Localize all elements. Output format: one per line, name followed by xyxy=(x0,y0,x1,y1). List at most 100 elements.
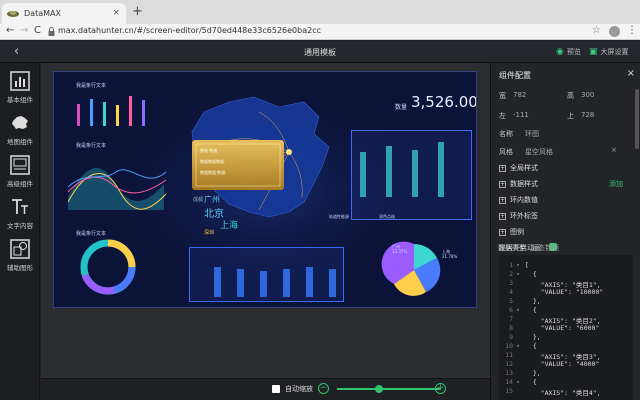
sidebar-item-shapes[interactable]: 辅助图形 xyxy=(0,239,40,272)
code-line-text: }, xyxy=(525,369,541,377)
back-arrow-icon[interactable]: ← xyxy=(6,25,14,36)
address-bar: ← → C max.datahunter.cn/#/screen-editor/… xyxy=(0,24,640,40)
sidebar-item-text[interactable]: 文字内容 xyxy=(0,197,40,230)
zoom-in-button[interactable]: + xyxy=(435,383,446,394)
browser-tab[interactable]: DataMAX × xyxy=(2,3,126,24)
text-icon xyxy=(12,199,28,214)
left-field[interactable]: -111 xyxy=(513,111,529,119)
forward-arrow-icon[interactable]: → xyxy=(20,25,28,36)
number-label: 数量 xyxy=(395,104,408,111)
screen-settings-label: 大屏设置 xyxy=(600,48,629,56)
city-label: 广州 xyxy=(204,195,220,204)
editor-workspace: 我是条行文本 我是条行文本 我是条行文本 数量 3,526.00 数据·数据 数… xyxy=(41,63,490,400)
browser-menu-icon[interactable]: ⋮ xyxy=(627,25,637,36)
bookmark-star-icon[interactable]: ☆ xyxy=(592,25,601,36)
sidebar-item-map[interactable]: 地图组件 xyxy=(0,113,40,146)
sidebar-label: 辅助图形 xyxy=(7,264,33,272)
popup-line: 数据数据·数据· xyxy=(200,170,227,175)
close-icon[interactable]: × xyxy=(627,68,635,79)
section-global-style[interactable]: + 全局样式 xyxy=(499,163,538,173)
sidebar-label: 地图组件 xyxy=(7,138,33,146)
pie-label: 21.78% xyxy=(442,254,458,259)
layout-icon xyxy=(10,155,30,175)
zoom-slider-handle[interactable] xyxy=(374,385,383,393)
code-line-text: { xyxy=(525,306,537,314)
card-title: 我是条行文本 xyxy=(76,143,107,149)
code-line-text: "AXIS": "类目4", xyxy=(525,389,601,397)
dashboard-canvas[interactable]: 我是条行文本 我是条行文本 我是条行文本 数量 3,526.00 数据·数据 数… xyxy=(53,71,477,308)
code-line-number: 1 xyxy=(509,261,513,269)
selected-component-frame[interactable] xyxy=(189,247,344,302)
fold-arrow-icon[interactable]: ▾ xyxy=(516,378,520,386)
section-outer-label[interactable]: + 环外标签 xyxy=(499,211,538,221)
datamax-logo-icon xyxy=(7,11,19,17)
fold-arrow-icon[interactable]: ▾ xyxy=(516,270,520,278)
top-label: 上 xyxy=(567,112,574,120)
fold-arrow-icon[interactable]: ▾ xyxy=(516,261,520,269)
code-line-text: [ xyxy=(525,261,529,269)
code-line-number: 4 xyxy=(509,288,513,296)
card-title: 我是条行文本 xyxy=(76,83,107,89)
style-label: 风格 xyxy=(499,148,513,156)
preview-label: 预览 xyxy=(566,48,581,56)
auto-zoom-checkbox[interactable] xyxy=(272,385,280,393)
code-line-number: 6 xyxy=(509,306,513,314)
code-line-number: 9 xyxy=(509,333,513,341)
code-line-text: "VALUE": "4000" xyxy=(525,360,600,368)
sidebar-label: 文字内容 xyxy=(7,222,33,230)
screen-settings-button[interactable]: ▣ 大屏设置 xyxy=(589,47,629,57)
pie-label: 13.37% xyxy=(392,249,408,254)
section-data-style[interactable]: + 数据样式 xyxy=(499,179,538,189)
sidebar-item-basic[interactable]: 基本组件 xyxy=(0,71,40,104)
clear-icon[interactable]: × xyxy=(611,146,617,154)
profile-avatar[interactable] xyxy=(609,26,620,37)
datatype-select[interactable]: 静态数据 xyxy=(531,243,559,253)
map-legend: 轨道性能源 xyxy=(329,214,349,219)
height-field[interactable]: 300 xyxy=(581,91,594,99)
code-line-text: }, xyxy=(525,297,541,305)
height-label: 高 xyxy=(567,92,574,100)
browser-tab-bar: DataMAX × + xyxy=(0,0,640,24)
preview-button[interactable]: ◉ 预览 xyxy=(556,47,581,57)
selected-component-frame[interactable] xyxy=(351,130,472,220)
section-inner-value[interactable]: + 环内数值 xyxy=(499,195,538,205)
code-line-text: { xyxy=(525,270,537,278)
code-line-text: { xyxy=(525,342,537,350)
sidebar-item-advanced[interactable]: 高级组件 xyxy=(0,155,40,188)
left-label: 左 xyxy=(499,112,506,120)
component-sidebar: 基本组件 地图组件 高级组件 文字内容 辅助图形 xyxy=(0,63,40,400)
card-title: 我是条行文本 xyxy=(76,231,107,237)
reload-icon[interactable]: C xyxy=(34,25,41,36)
json-code-editor[interactable]: 1 ▾[2 ▾ {3 "AXIS": "类目1", 4 "VALUE": "10000… xyxy=(499,255,633,400)
popup-line: 数据数据数据· xyxy=(200,159,226,164)
width-field[interactable]: 782 xyxy=(513,91,526,99)
city-label: 成都 xyxy=(193,197,204,203)
sidebar-label: 基本组件 xyxy=(7,96,33,104)
name-field[interactable]: 环图 xyxy=(525,129,539,139)
url-input[interactable]: max.datahunter.cn/#/screen-editor/5d70ed… xyxy=(58,26,321,35)
tab-close-icon[interactable]: × xyxy=(112,8,120,18)
expand-plus-icon: + xyxy=(499,180,506,188)
section-legend[interactable]: + 图例 xyxy=(499,227,524,237)
new-tab-button[interactable]: + xyxy=(132,4,143,19)
code-line-number: 2 xyxy=(509,270,513,278)
tab-title: DataMAX xyxy=(24,9,61,18)
add-link[interactable]: 添加 xyxy=(609,179,623,189)
panel-scrollbar[interactable] xyxy=(635,89,639,149)
code-line-number: 8 xyxy=(509,324,513,332)
zoom-out-button[interactable]: − xyxy=(318,383,329,394)
zoom-slider-track[interactable] xyxy=(337,388,441,390)
code-line-number: 12 xyxy=(505,360,513,368)
lock-icon xyxy=(48,27,55,36)
fold-arrow-icon[interactable]: ▾ xyxy=(516,342,520,350)
code-line-text: { xyxy=(525,378,537,386)
top-field[interactable]: 728 xyxy=(581,111,594,119)
code-line-text: "VALUE": "10000" xyxy=(525,288,604,296)
fold-arrow-icon[interactable]: ▾ xyxy=(516,306,520,314)
code-line-text: "VALUE": "6000" xyxy=(525,324,600,332)
page-title: 通用模板 xyxy=(304,48,336,57)
style-select[interactable]: 星空风格 xyxy=(525,147,553,157)
expand-plus-icon: + xyxy=(499,164,506,172)
bar-chart-icon xyxy=(10,71,30,91)
name-label: 名称 xyxy=(499,130,513,138)
